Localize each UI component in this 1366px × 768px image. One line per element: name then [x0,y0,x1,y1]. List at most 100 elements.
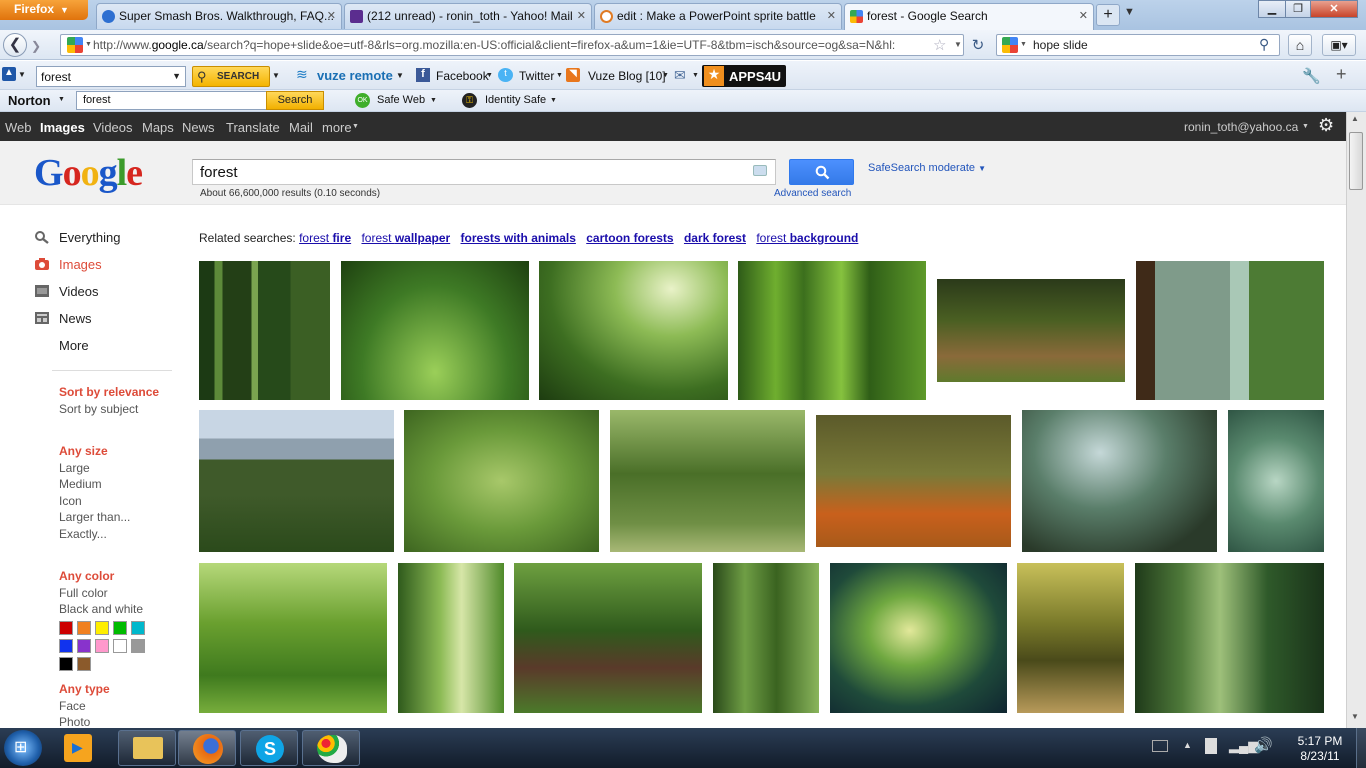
related-link[interactable]: cartoon forests [586,231,673,245]
close-icon[interactable]: ✕ [577,9,586,22]
nav-more[interactable]: More [59,338,89,353]
color-swatch[interactable] [131,639,145,653]
chevron-down-icon[interactable]: ▼ [1302,123,1309,130]
gbar-mail-link[interactable]: Mail [289,120,313,135]
nav-everything[interactable]: Everything [59,230,120,245]
taskbar-explorer[interactable] [118,730,176,766]
chevron-down-icon[interactable]: ▼ [18,70,26,79]
firefox-menu-button[interactable]: Firefox ▼ [0,0,88,20]
taskbar-paint[interactable] [302,730,360,766]
taskbar-skype[interactable]: S [240,730,298,766]
close-icon[interactable]: ✕ [1079,9,1088,22]
account-link[interactable]: ronin_toth@yahoo.ca [1184,120,1298,134]
related-link[interactable]: forest wallpaper [361,231,450,245]
image-thumbnail[interactable] [713,563,819,713]
vuze-remote-link[interactable]: vuze remote [317,68,393,83]
norton-search-button[interactable]: Search [266,91,324,110]
image-thumbnail[interactable] [398,563,504,713]
wrench-icon[interactable]: 🔧 [1302,67,1321,85]
image-thumbnail[interactable] [816,415,1011,547]
nav-videos[interactable]: Videos [59,284,99,299]
related-link[interactable]: forest fire [299,231,351,245]
image-thumbnail[interactable] [1228,410,1324,552]
gbar-news-link[interactable]: News [182,120,215,135]
filter-size-exactly[interactable]: Exactly... [59,527,107,541]
image-thumbnail[interactable] [610,410,805,552]
filter-size-large[interactable]: Large [59,461,90,475]
image-thumbnail[interactable] [199,563,387,713]
related-link[interactable]: dark forest [684,231,746,245]
chevron-down-icon[interactable]: ▼ [172,71,181,81]
clock[interactable]: 5:17 PM 8/23/11 [1290,734,1350,764]
filter-type-face[interactable]: Face [59,699,86,713]
google-logo[interactable]: Google [34,151,143,195]
search-engine-box[interactable]: ▼ hope slide ⚲ [996,34,1280,56]
filter-any-color[interactable]: Any color [59,569,114,583]
filter-type-photo[interactable]: Photo [59,715,90,729]
vuze-blog-link[interactable]: Vuze Blog [10] [588,69,666,83]
image-thumbnail[interactable] [1022,410,1217,552]
back-button[interactable]: ❮ [3,33,27,57]
show-desktop-button[interactable] [1356,728,1366,768]
search-icon[interactable]: ⚲ [1259,36,1269,53]
image-thumbnail[interactable] [1017,563,1124,713]
close-icon[interactable]: ✕ [327,9,336,22]
image-thumbnail[interactable] [514,563,702,713]
home-icon[interactable]: ⌂ [1288,34,1312,56]
minimize-button[interactable]: ▁ [1258,0,1286,18]
tab-list-icon[interactable]: ▼ [1124,6,1138,20]
search-button[interactable] [789,159,854,185]
taskbar-firefox[interactable] [178,730,236,766]
color-swatch[interactable] [59,657,73,671]
twitter-link[interactable]: Twitter [519,69,554,83]
advanced-search-link[interactable]: Advanced search [774,188,851,199]
filter-size-icon[interactable]: Icon [59,494,82,508]
chevron-down-icon[interactable]: ▼ [954,40,962,49]
image-thumbnail[interactable] [830,563,1007,713]
apps4u-button[interactable]: ★ APPS4U [702,65,786,87]
toolbar-logo-icon[interactable]: ▲ [2,67,16,81]
safesearch-link[interactable]: SafeSearch moderate ▼ [868,162,986,174]
filter-size-larger-than[interactable]: Larger than... [59,510,130,524]
bookmarks-menu-icon[interactable]: ▣▾ [1322,34,1356,56]
scroll-thumb[interactable] [1349,132,1363,190]
color-swatch[interactable] [113,639,127,653]
filter-any-type[interactable]: Any type [59,682,110,696]
color-swatch[interactable] [77,639,91,653]
sort-by-subject[interactable]: Sort by subject [59,402,138,416]
gbar-maps-link[interactable]: Maps [142,120,174,135]
image-thumbnail[interactable] [199,261,330,400]
filter-black-and-white[interactable]: Black and white [59,602,143,616]
search-input[interactable]: forest [192,159,776,185]
color-swatch[interactable] [59,639,73,653]
new-tab-button[interactable]: + [1096,4,1120,26]
color-swatch[interactable] [77,621,91,635]
forward-button[interactable]: ❯ [31,39,41,53]
color-swatch[interactable] [59,621,73,635]
restore-button[interactable]: ❐ [1285,0,1311,18]
image-thumbnail[interactable] [404,410,599,552]
facebook-link[interactable]: Facebook [436,69,489,83]
power-icon[interactable] [1205,738,1217,754]
scroll-down-icon[interactable]: ▼ [1351,712,1359,721]
close-icon[interactable]: ✕ [827,9,836,22]
gbar-translate-link[interactable]: Translate [226,120,280,135]
tab-yahoo-mail[interactable]: (212 unread) - ronin_toth - Yahoo! Mail … [344,3,592,29]
filter-size-medium[interactable]: Medium [59,477,102,491]
gbar-web-link[interactable]: Web [5,120,32,135]
chevron-down-icon[interactable]: ▼ [430,97,437,104]
mail-icon[interactable]: ✉ [674,67,686,84]
color-swatch[interactable] [131,621,145,635]
filter-full-color[interactable]: Full color [59,586,108,600]
filter-any-size[interactable]: Any size [59,444,108,458]
image-thumbnail[interactable] [738,261,926,400]
image-thumbnail[interactable] [1136,261,1324,400]
url-bar[interactable]: ▼ http://www.google.ca/search?q=hope+sli… [60,34,964,56]
chevron-down-icon[interactable]: ▼ [58,96,65,103]
gbar-videos-link[interactable]: Videos [93,120,133,135]
tab-google-search[interactable]: forest - Google Search ✕ [844,3,1094,30]
color-swatch[interactable] [113,621,127,635]
sort-by-relevance[interactable]: Sort by relevance [59,385,159,399]
color-swatch[interactable] [77,657,91,671]
tab-powerpoint-edit[interactable]: edit : Make a PowerPoint sprite battle ✕ [594,3,842,29]
